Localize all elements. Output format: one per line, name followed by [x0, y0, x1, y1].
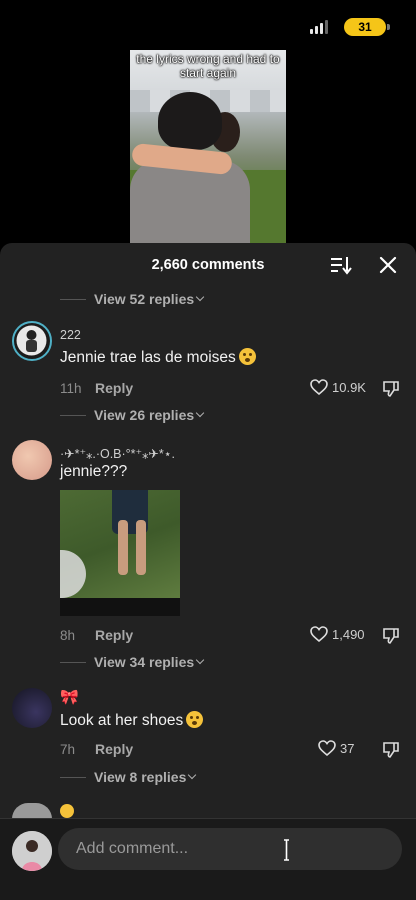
view-replies-button[interactable]: View 34 replies [60, 652, 205, 672]
sort-icon[interactable] [330, 255, 352, 275]
loudly-crying-face-icon [238, 348, 256, 365]
comment-time: 7h [60, 742, 76, 757]
heart-icon [318, 740, 336, 757]
avatar[interactable] [12, 688, 52, 728]
comment-username[interactable]: ·✈︎*⁺⁎.·O.B·°*⁺⁎✈︎*⋆. [60, 446, 175, 461]
comment-time: 8h [60, 628, 76, 643]
dislike-icon[interactable] [381, 626, 401, 646]
emoji-icon [60, 804, 74, 818]
battery-icon: 31 [344, 18, 390, 36]
close-icon[interactable] [378, 255, 398, 275]
view-replies-button[interactable]: View 26 replies [60, 405, 205, 425]
comment-count: 2,660 comments [151, 257, 265, 273]
comment-username[interactable]: 222 [60, 328, 81, 342]
user-avatar[interactable] [12, 831, 52, 871]
comment-input-bar [0, 819, 416, 900]
chevron-down-icon [195, 292, 205, 302]
reply-button[interactable]: Reply [95, 627, 133, 643]
status-bar: 31 [0, 0, 416, 44]
comment-image[interactable] [60, 490, 180, 616]
battery-level: 31 [358, 20, 372, 34]
dislike-icon[interactable] [381, 740, 401, 760]
avatar[interactable] [12, 440, 52, 480]
flushed-face-icon [186, 711, 204, 728]
like-button[interactable]: 37 [318, 740, 354, 757]
comment-text: Jennie trae las de moises [60, 348, 256, 367]
chevron-down-icon [195, 408, 205, 418]
heart-icon [310, 379, 328, 396]
comment-username[interactable]: 🎀 [60, 688, 79, 706]
comments-header: 2,660 comments [0, 243, 416, 287]
text-cursor-icon [284, 839, 289, 861]
video-thumbnail[interactable]: the lyrics wrong and had to start again [130, 50, 286, 243]
reply-button[interactable]: Reply [95, 380, 133, 396]
view-replies-button[interactable]: View 52 replies [60, 289, 205, 309]
comment-input[interactable] [58, 828, 402, 870]
like-count: 10.9K [332, 380, 366, 395]
signal-icon [310, 20, 328, 34]
like-button[interactable]: 1,490 [310, 626, 365, 643]
dislike-icon[interactable] [381, 379, 401, 399]
comment-text: jennie??? [60, 463, 128, 480]
avatar[interactable] [12, 321, 52, 361]
chevron-down-icon [188, 770, 197, 780]
comment-text: Look at her shoes [60, 711, 204, 730]
heart-icon [310, 626, 328, 643]
reply-button[interactable]: Reply [95, 741, 133, 757]
view-replies-button[interactable]: View 8 replies [60, 767, 197, 787]
comment-time: 11h [60, 381, 82, 396]
like-count: 1,490 [332, 627, 365, 642]
comments-sheet: 2,660 comments View 52 replies 222 Jenni… [0, 243, 416, 900]
video-caption: the lyrics wrong and had to start again [136, 52, 280, 80]
like-count: 37 [340, 741, 355, 756]
chevron-down-icon [195, 655, 205, 665]
like-button[interactable]: 10.9K [310, 379, 366, 396]
